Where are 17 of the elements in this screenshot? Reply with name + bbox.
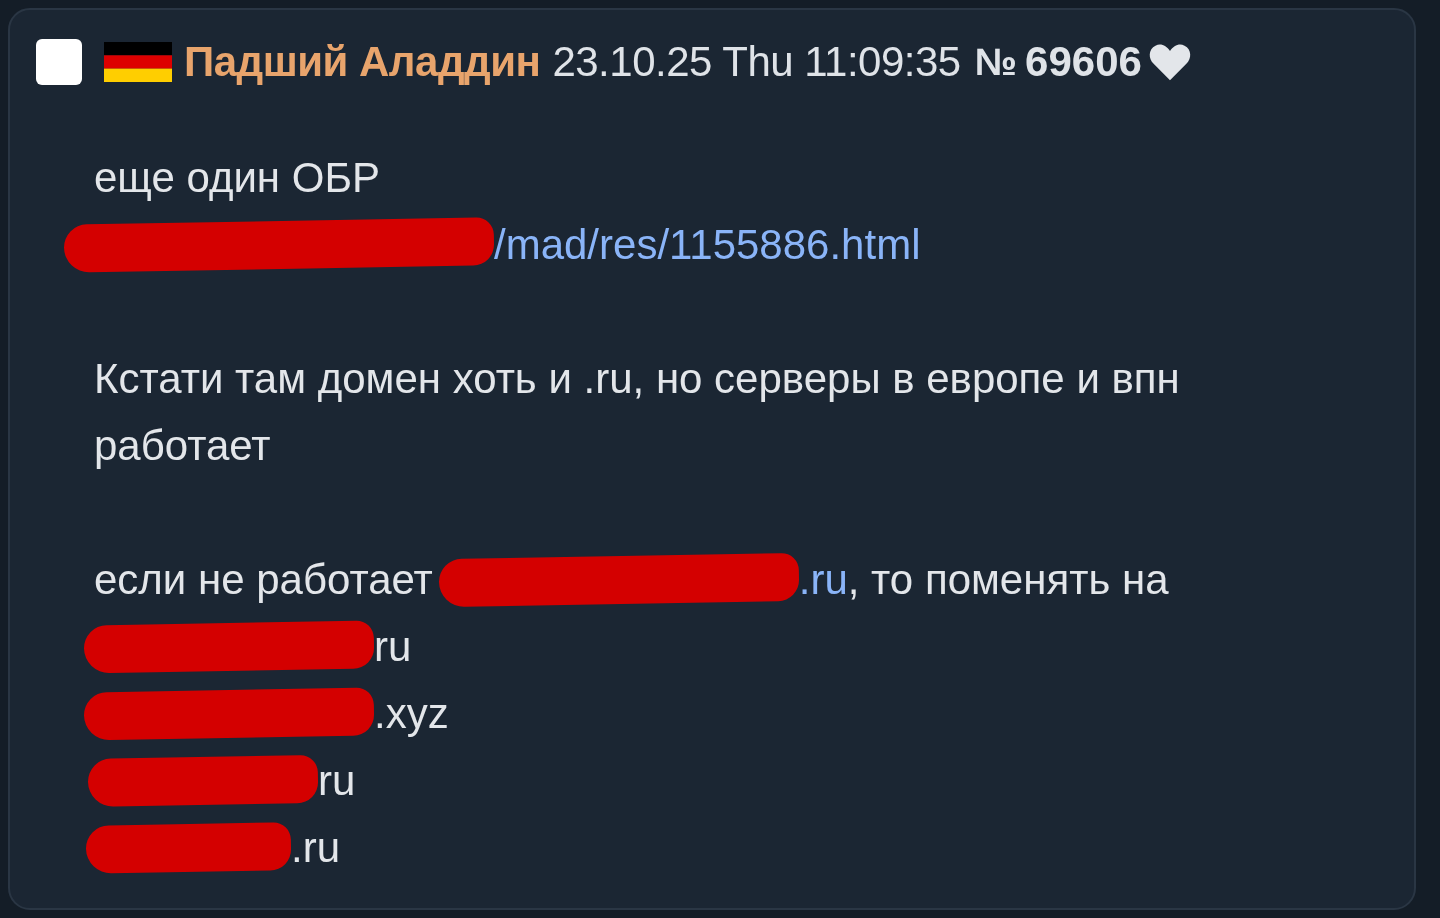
post-text: ru — [318, 756, 356, 806]
select-checkbox[interactable] — [36, 39, 82, 85]
heart-icon[interactable] — [1147, 42, 1192, 82]
post-text: Кстати там домен хоть и .ru, но серверы в европе и впн работает — [94, 355, 1180, 469]
post-text: .ru — [291, 823, 340, 873]
post-text: ru — [374, 622, 412, 672]
post-text: если не работает — [94, 555, 433, 605]
post-link[interactable]: .ru — [798, 546, 848, 613]
flag-icon — [104, 42, 172, 82]
post-text: .xyz — [374, 689, 449, 739]
number-sign: № — [974, 40, 1018, 84]
post-text: еще один ОБР — [94, 153, 380, 203]
post-date: 23.10.25 Thu 11:09:35 — [552, 38, 961, 86]
post-number[interactable]: 69606 — [1025, 38, 1142, 86]
post-text: , то поменять на — [847, 555, 1169, 605]
post-link[interactable]: /mad/res/1155886.html — [494, 211, 921, 278]
author-name: Падший Аладдин — [184, 38, 541, 86]
